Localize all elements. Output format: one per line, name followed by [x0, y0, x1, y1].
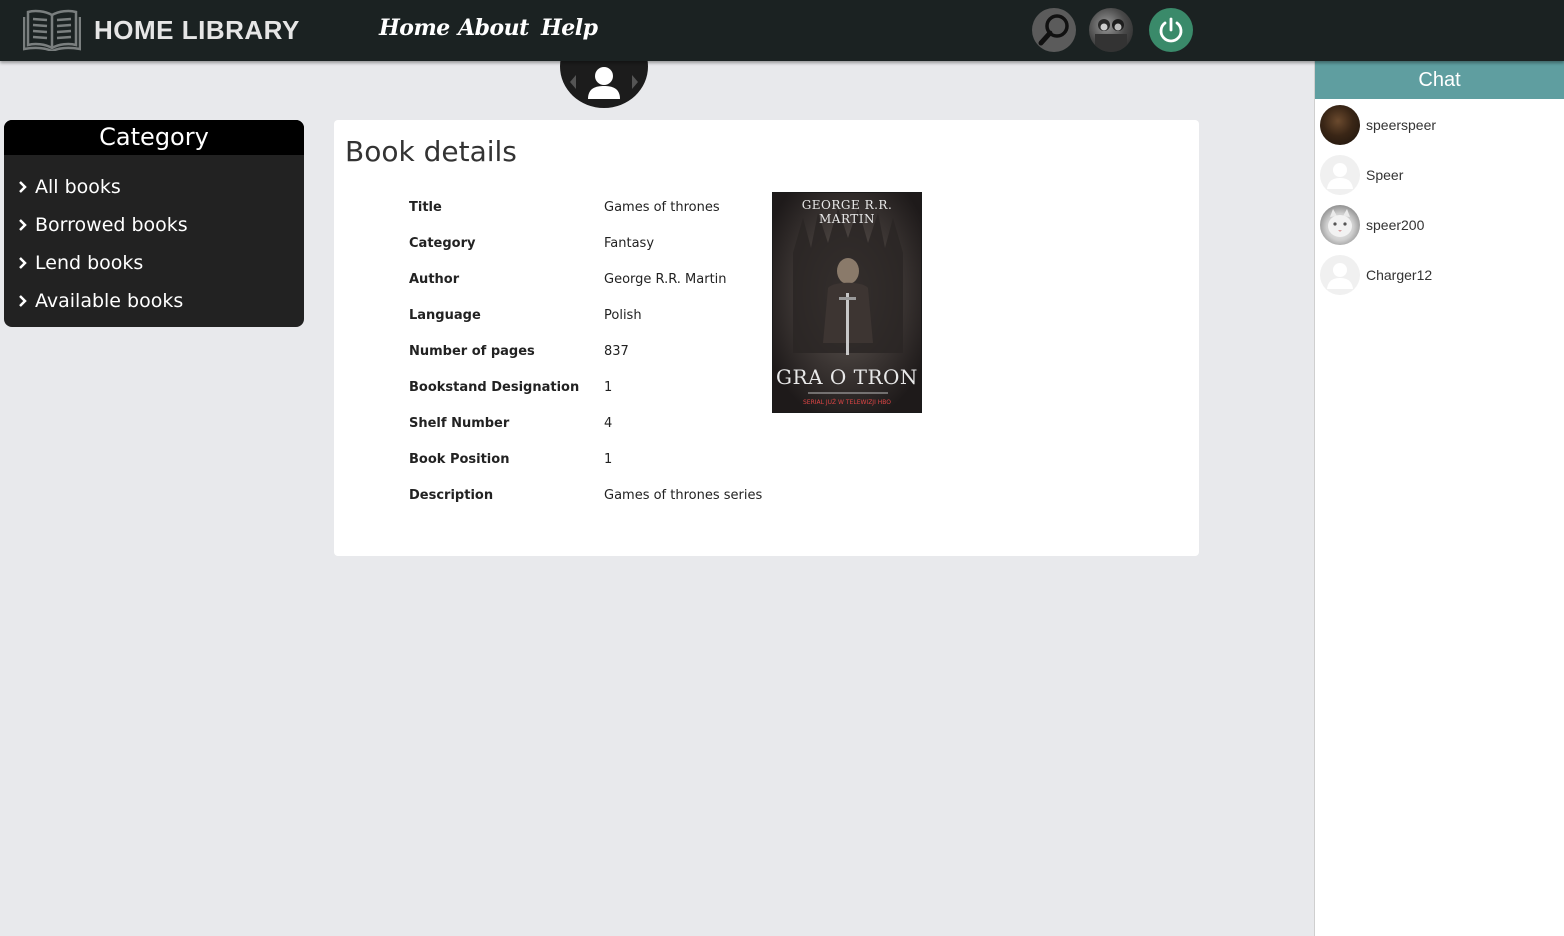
detail-label: Shelf Number — [409, 416, 510, 431]
chat-title[interactable]: Chat — [1315, 61, 1564, 99]
user-avatar-button[interactable] — [1089, 8, 1133, 52]
search-icon — [1038, 14, 1069, 46]
detail-value: Polish — [604, 308, 642, 323]
category-item-label: All books — [35, 176, 121, 198]
book-cover-image: GEORGE R.R. MARTIN GRA O TRON SERIAL JUŻ… — [772, 192, 922, 413]
detail-value: 4 — [604, 416, 613, 431]
category-panel: Category All books Borrowed books Lend b… — [4, 120, 304, 327]
app-title[interactable]: HOME LIBRARY — [94, 15, 300, 46]
default-avatar-icon — [1320, 155, 1360, 195]
book-details-card: Book details Title Games of thrones Cate… — [334, 120, 1199, 556]
category-item-lend-books[interactable]: Lend books — [4, 244, 304, 282]
category-item-label: Lend books — [35, 252, 144, 274]
chevron-right-icon — [18, 294, 30, 308]
detail-label: Author — [409, 272, 460, 287]
page-title: Book details — [345, 135, 517, 168]
user-avatar — [1320, 205, 1360, 245]
category-title: Category — [4, 120, 304, 155]
chat-panel: Chat speerspeer Speer speer200 Charger12 — [1314, 61, 1564, 936]
category-item-label: Available books — [35, 290, 184, 312]
detail-value: 1 — [604, 452, 613, 467]
nav-home-link[interactable]: Home — [379, 15, 450, 41]
category-item-label: Borrowed books — [35, 214, 188, 236]
chat-user-name: speerspeer — [1366, 117, 1437, 133]
chat-user-item[interactable]: speer200 — [1320, 204, 1560, 246]
detail-value: Games of thrones series — [604, 488, 763, 503]
chat-user-name: speer200 — [1366, 217, 1425, 233]
chevron-right-icon — [18, 256, 30, 270]
chat-user-name: Speer — [1366, 167, 1404, 183]
cover-title-text: GRA O TRON — [776, 365, 918, 389]
category-item-all-books[interactable]: All books — [4, 168, 304, 206]
detail-value: Games of thrones — [604, 200, 720, 215]
cover-author-text: GEORGE R.R. MARTIN — [801, 198, 893, 226]
user-avatar — [1320, 105, 1360, 145]
chat-user-item[interactable]: Speer — [1320, 154, 1560, 196]
detail-value: 837 — [604, 344, 629, 359]
search-button[interactable] — [1032, 8, 1076, 52]
chat-user-item[interactable]: speerspeer — [1320, 104, 1560, 146]
detail-label: Description — [409, 488, 494, 503]
detail-label: Title — [409, 200, 442, 215]
top-navbar: HOME LIBRARY Home About Help — [0, 0, 1564, 61]
logout-button[interactable] — [1149, 8, 1193, 52]
detail-value: 1 — [604, 380, 613, 395]
detail-value: George R.R. Martin — [604, 272, 727, 287]
user-photo-avatar — [1095, 19, 1127, 52]
cover-tagline-text: SERIAL JUŻ W TELEWIZJI HBO — [802, 399, 891, 406]
default-avatar-icon — [1320, 255, 1360, 295]
detail-label: Category — [409, 236, 476, 251]
chevron-right-icon — [18, 180, 30, 194]
chevron-right-icon — [18, 218, 30, 232]
detail-value: Fantasy — [604, 236, 655, 251]
detail-label: Number of pages — [409, 344, 535, 359]
nav-about-link[interactable]: About — [458, 15, 529, 41]
detail-label: Book Position — [409, 452, 510, 467]
open-book-logo-icon[interactable] — [22, 7, 82, 53]
category-item-available-books[interactable]: Available books — [4, 282, 304, 320]
detail-label: Language — [409, 308, 481, 323]
detail-label: Bookstand Designation — [409, 380, 580, 395]
power-icon — [1159, 17, 1183, 43]
category-item-borrowed-books[interactable]: Borrowed books — [4, 206, 304, 244]
chat-user-item[interactable]: Charger12 — [1320, 254, 1560, 296]
chat-user-name: Charger12 — [1366, 267, 1433, 283]
nav-help-link[interactable]: Help — [541, 15, 598, 41]
category-list: All books Borrowed books Lend books Avai… — [4, 155, 304, 320]
